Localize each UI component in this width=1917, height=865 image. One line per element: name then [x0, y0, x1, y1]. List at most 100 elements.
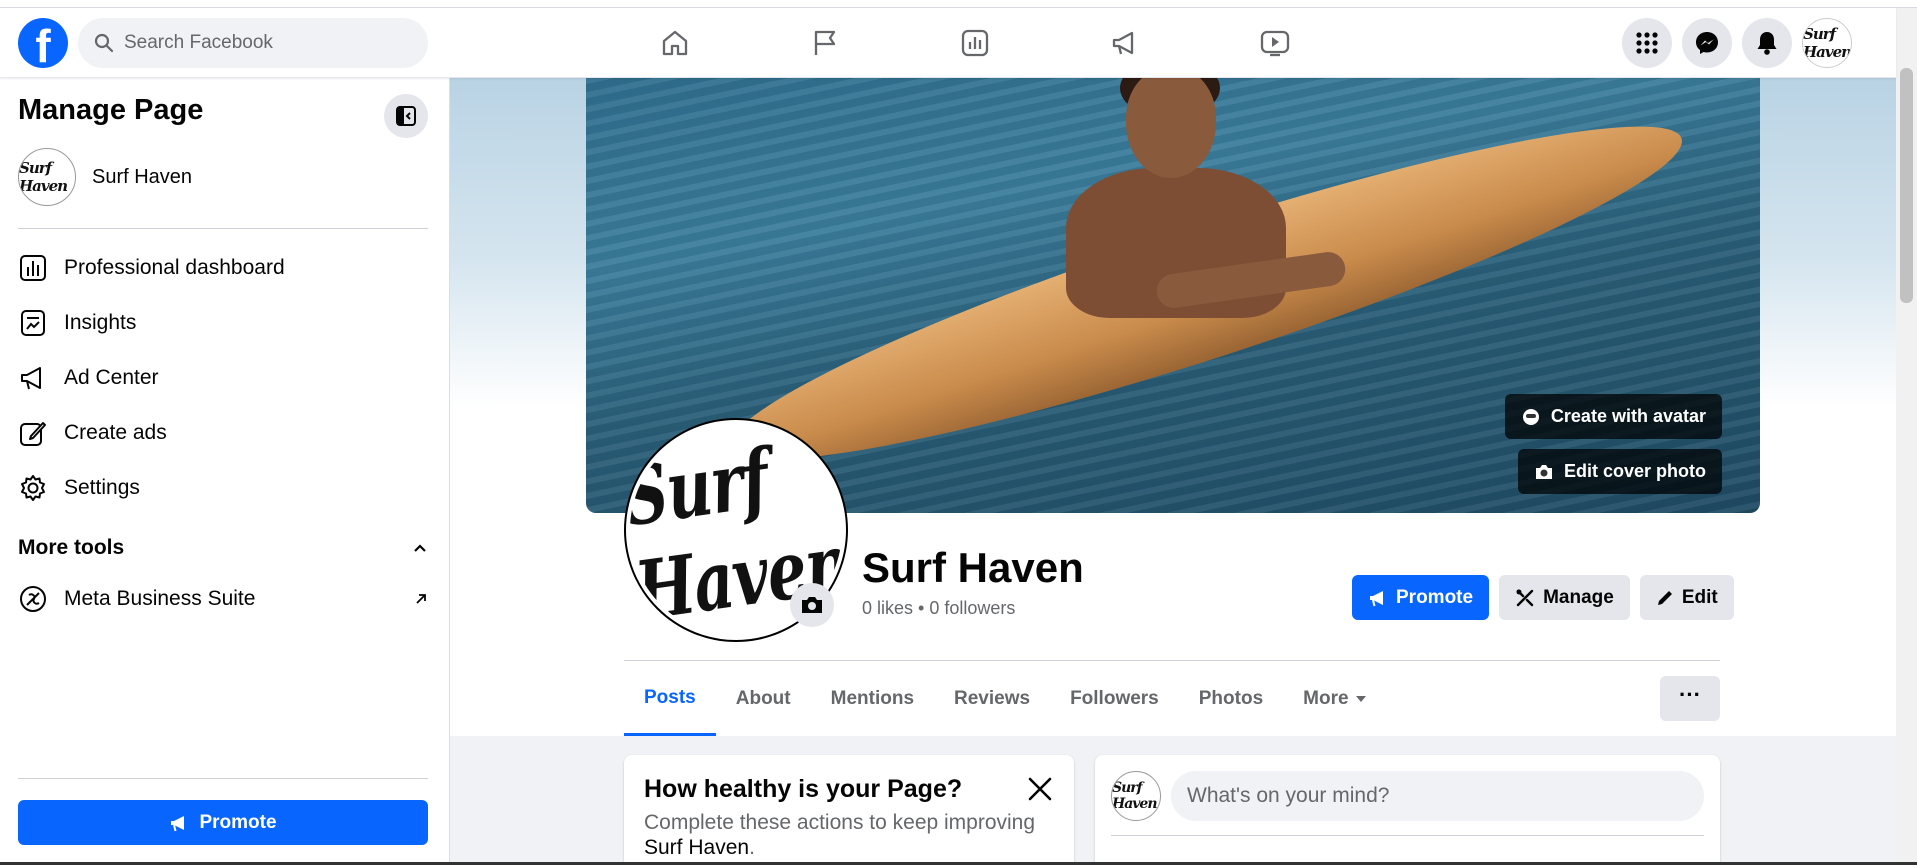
sidebar-item-create-ads[interactable]: Create ads: [18, 409, 428, 457]
tab-more-label: More: [1303, 688, 1349, 709]
page-tabs: Posts About Mentions Reviews Followers P…: [624, 662, 1387, 736]
edit-icon: [18, 418, 48, 448]
more-tools-label: More tools: [18, 536, 125, 559]
main-nav: [600, 8, 1350, 78]
flag-icon: [814, 30, 836, 55]
update-profile-picture-button[interactable]: [790, 583, 834, 627]
external-link-icon: [416, 594, 426, 604]
avatar-icon: [1522, 408, 1539, 425]
sidebar-item-label: Ad Center: [64, 366, 159, 389]
top-navigation-bar: f Surf Haven: [0, 8, 1896, 78]
nav-pages[interactable]: [750, 8, 900, 78]
search-input[interactable]: [124, 32, 404, 54]
menu-button[interactable]: [1622, 18, 1672, 68]
page-health-card: How healthy is your Page? Complete these…: [624, 755, 1074, 865]
messenger-button[interactable]: [1682, 18, 1732, 68]
sidebar-item-insights[interactable]: Insights: [18, 299, 428, 347]
sidebar-item-label: Insights: [64, 311, 137, 334]
chevron-up-icon: [414, 544, 426, 552]
search-bar[interactable]: [78, 18, 428, 68]
nav-insights[interactable]: [900, 8, 1050, 78]
sidebar-page-name: Surf Haven: [92, 165, 193, 188]
camera-icon: [1535, 464, 1552, 479]
sidebar-promote-label: Promote: [199, 811, 277, 833]
tab-photos[interactable]: Photos: [1179, 662, 1283, 736]
notifications-button[interactable]: [1742, 18, 1792, 68]
facebook-logo[interactable]: f: [18, 18, 68, 68]
manage-page-sidebar: Manage Page Surf Haven Surf Haven Profes…: [0, 78, 450, 865]
page-avatar: Surf Haven: [18, 148, 76, 206]
bell-icon: [1757, 32, 1777, 55]
cover-person: [1016, 78, 1348, 358]
health-description: Complete these actions to keep improving…: [644, 810, 1054, 860]
sidebar-item-meta-business-suite[interactable]: Meta Business Suite: [18, 575, 428, 623]
manage-label: Manage: [1543, 586, 1614, 608]
video-icon: [1260, 30, 1290, 57]
insights-icon: [961, 29, 989, 57]
tools-icon: [1516, 589, 1534, 606]
caret-down-icon: [1355, 696, 1366, 702]
menu-grid-icon: [1636, 32, 1658, 54]
page-avatar-text: Surf Haven: [19, 159, 68, 195]
page-action-buttons: Promote Manage Edit: [1352, 575, 1734, 620]
create-avatar-button[interactable]: Create with avatar: [1504, 394, 1722, 439]
tabs-divider: [624, 660, 1720, 661]
insights-icon: [18, 308, 48, 338]
tab-more[interactable]: More: [1283, 662, 1386, 736]
nav-video[interactable]: [1200, 8, 1350, 78]
create-avatar-label: Create with avatar: [1550, 406, 1706, 426]
sidebar-item-label: Create ads: [64, 421, 167, 444]
collapse-sidebar-button[interactable]: [384, 94, 428, 138]
gear-icon: [18, 473, 48, 503]
edit-cover-photo-button[interactable]: Edit cover photo: [1517, 449, 1722, 494]
ellipsis-icon: ···: [1679, 681, 1701, 707]
tab-reviews[interactable]: Reviews: [934, 662, 1050, 736]
pencil-icon: [1657, 590, 1672, 605]
composer-avatar-text: Surf Haven: [1112, 780, 1158, 812]
close-health-card-button[interactable]: [1024, 773, 1056, 805]
nav-ads[interactable]: [1050, 8, 1200, 78]
composer-input[interactable]: [1171, 771, 1704, 821]
sidebar-item-label: Professional dashboard: [64, 256, 285, 279]
sidebar-bottom-divider: [18, 778, 428, 779]
page-scrollbar[interactable]: [1896, 8, 1917, 865]
sidebar-item-ad-center[interactable]: Ad Center: [18, 354, 428, 402]
more-tools-toggle[interactable]: More tools: [18, 536, 428, 560]
profile-header: Create with avatar Edit cover photo Surf…: [450, 78, 1896, 736]
tab-followers[interactable]: Followers: [1050, 662, 1179, 736]
post-composer: Surf Haven: [1095, 755, 1720, 865]
sidebar-item-label: Settings: [64, 476, 140, 499]
composer-divider: [1111, 835, 1704, 836]
sidebar-promote-button[interactable]: Promote: [18, 800, 428, 845]
megaphone-icon: [1112, 31, 1134, 55]
search-icon: [94, 33, 114, 53]
close-icon: [1028, 777, 1052, 801]
tab-posts[interactable]: Posts: [624, 662, 716, 736]
tab-about[interactable]: About: [716, 662, 811, 736]
account-controls: Surf Haven: [1622, 18, 1852, 68]
promote-label: Promote: [1396, 586, 1474, 608]
manage-button[interactable]: Manage: [1499, 575, 1630, 620]
sidebar-toggle-icon: [396, 106, 416, 126]
megaphone-icon: [18, 363, 48, 393]
page-stats[interactable]: 0 likes • 0 followers: [862, 598, 1015, 619]
edit-button[interactable]: Edit: [1639, 575, 1734, 620]
tab-mentions[interactable]: Mentions: [811, 662, 934, 736]
sidebar-item-settings[interactable]: Settings: [18, 464, 428, 512]
more-options-button[interactable]: ···: [1660, 676, 1720, 721]
account-avatar[interactable]: Surf Haven: [1802, 18, 1852, 68]
composer-row: Surf Haven: [1111, 771, 1704, 821]
nav-home[interactable]: [600, 8, 750, 78]
sidebar-divider: [18, 228, 428, 229]
health-title: How healthy is your Page?: [644, 775, 963, 803]
scrollbar-thumb[interactable]: [1900, 68, 1913, 303]
health-period: .: [749, 836, 755, 860]
sidebar-item-label: Meta Business Suite: [64, 587, 256, 610]
composer-avatar[interactable]: Surf Haven: [1111, 771, 1161, 821]
health-desc-text: Complete these actions to keep improving: [644, 811, 1036, 834]
edit-cover-label: Edit cover photo: [1563, 461, 1706, 481]
sidebar-page-switch[interactable]: Surf Haven Surf Haven: [18, 148, 192, 206]
page-main-content: Create with avatar Edit cover photo Surf…: [450, 78, 1896, 865]
sidebar-item-professional-dashboard[interactable]: Professional dashboard: [18, 244, 428, 292]
promote-button[interactable]: Promote: [1352, 575, 1490, 620]
